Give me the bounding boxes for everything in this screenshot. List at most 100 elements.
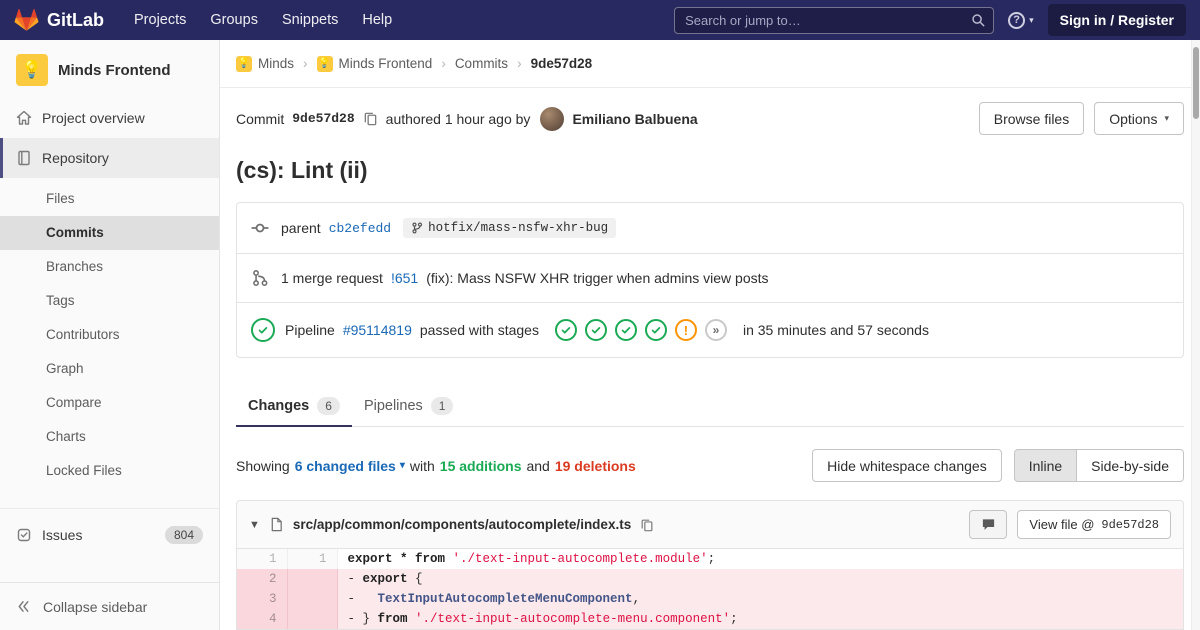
gitlab-logo[interactable]: GitLab — [14, 8, 104, 32]
pipeline-status-text: passed with stages — [419, 322, 539, 338]
nav-link-snippets[interactable]: Snippets — [270, 0, 350, 40]
brand-name: GitLab — [47, 9, 104, 30]
breadcrumb: 💡 Minds › 💡 Minds Frontend › Commits › 9de57d28 — [220, 40, 1200, 88]
copy-sha-button[interactable] — [363, 111, 378, 126]
issues-count-badge: 804 — [164, 526, 203, 544]
sidebar-item-project-overview[interactable]: Project overview — [0, 98, 219, 138]
diff-old-line-number[interactable]: 1 — [237, 549, 288, 569]
pipeline-row: Pipeline #95114819 passed with stages !»… — [237, 302, 1183, 357]
sidebar-nav: Project overview Repository Files Commits… — [0, 98, 219, 555]
pipeline-stage-warning-icon[interactable]: ! — [674, 319, 697, 341]
project-context[interactable]: 💡 Minds Frontend — [0, 40, 219, 98]
commit-label: Commit — [236, 110, 285, 127]
commit-header: Commit 9de57d28 authored 1 hour ago by E… — [236, 102, 1184, 135]
collapse-sidebar-button[interactable]: Collapse sidebar — [0, 582, 219, 630]
breadcrumb-item-9de57d28[interactable]: 9de57d28 — [531, 56, 593, 71]
pipeline-stage-passed-icon[interactable] — [554, 319, 577, 341]
pipeline-stage-passed-icon[interactable] — [584, 319, 607, 341]
view-file-sha: 9de57d28 — [1101, 517, 1159, 532]
merge-request-prefix: 1 merge request — [281, 270, 383, 286]
author-avatar[interactable] — [540, 106, 565, 131]
collapse-sidebar-label: Collapse sidebar — [43, 598, 148, 615]
inline-view-button[interactable]: Inline — [1013, 449, 1078, 482]
branch-badge[interactable]: hotfix/mass-nsfw-xhr-bug — [403, 218, 617, 238]
collapse-diff-icon[interactable]: ▼ — [249, 519, 260, 531]
repository-subnav: Files Commits Branches Tags Contributors Grap… — [0, 178, 219, 500]
scrollbar-thumb[interactable] — [1193, 47, 1199, 119]
nav-menu: Projects Groups Snippets Help — [122, 0, 404, 40]
diff-table-body: 1 1 export * from './text-input-autocomple… — [237, 549, 1183, 629]
diff-new-line-number[interactable] — [287, 589, 338, 609]
changed-files-dropdown[interactable]: 6 changed files ▾ — [295, 458, 405, 474]
tab-changes[interactable]: Changes 6 — [236, 386, 352, 427]
breadcrumb-item-commits[interactable]: Commits — [455, 56, 508, 71]
copy-path-button[interactable] — [640, 518, 654, 532]
parent-sha-link[interactable]: cb2efedd — [329, 221, 391, 236]
nav-link-help[interactable]: Help — [350, 0, 404, 40]
help-menu[interactable]: ? ▾ — [1008, 11, 1034, 29]
breadcrumb-item-minds[interactable]: 💡 Minds — [236, 55, 294, 72]
pipeline-stage-passed-icon[interactable] — [614, 319, 637, 341]
diff-file-path[interactable]: src/app/common/components/autocomplete/i… — [293, 517, 631, 532]
options-dropdown[interactable]: Options ▾ — [1094, 102, 1184, 135]
nav-link-projects[interactable]: Projects — [122, 0, 198, 40]
merge-request-link[interactable]: !651 — [391, 270, 418, 286]
window-scrollbar[interactable] — [1191, 40, 1200, 630]
diff-new-line-number[interactable] — [287, 609, 338, 629]
additions-count: 15 additions — [439, 457, 522, 474]
pipeline-status-icon — [251, 318, 275, 342]
side-by-side-view-button[interactable]: Side-by-side — [1076, 449, 1184, 482]
sidebar-item-commits[interactable]: Commits — [0, 216, 219, 250]
sidebar-item-locked-files[interactable]: Locked Files — [0, 454, 219, 488]
gitlab-tanuki-icon — [14, 8, 39, 31]
merge-request-icon — [253, 270, 268, 286]
nav-link-groups[interactable]: Groups — [198, 0, 270, 40]
search-icon[interactable] — [971, 13, 986, 28]
diff-new-line-number[interactable]: 1 — [287, 549, 338, 569]
pipeline-stage-passed-icon[interactable] — [644, 319, 667, 341]
search-input[interactable] — [674, 6, 995, 34]
author-name[interactable]: Emiliano Balbuena — [572, 111, 697, 127]
home-icon — [16, 110, 32, 125]
sidebar-item-charts[interactable]: Charts — [0, 420, 219, 454]
browse-files-button[interactable]: Browse files — [978, 102, 1085, 135]
sidebar-item-contributors[interactable]: Contributors — [0, 318, 219, 352]
hide-whitespace-button[interactable]: Hide whitespace changes — [812, 449, 1002, 482]
diff-old-line-number[interactable]: 3 — [237, 589, 288, 609]
sidebar-item-repository[interactable]: Repository — [0, 138, 219, 178]
check-icon — [591, 327, 601, 334]
toggle-comments-button[interactable] — [969, 510, 1008, 539]
authored-text: authored 1 hour ago by — [385, 110, 531, 127]
issues-section: Issues 804 — [0, 508, 219, 555]
diff-line: 3 - TextInputAutocompleteMenuComponent, — [237, 589, 1183, 609]
tab-pipelines[interactable]: Pipelines 1 — [352, 386, 466, 426]
breadcrumb-avatar: 💡 — [316, 55, 333, 72]
parent-label: parent — [281, 220, 321, 236]
tabs: Changes 6 Pipelines 1 — [236, 386, 1184, 427]
pipeline-link[interactable]: #95114819 — [343, 322, 412, 338]
pipeline-duration: in 35 minutes and 57 seconds — [742, 322, 929, 338]
sidebar-item-issues[interactable]: Issues 804 — [0, 515, 219, 555]
diff-old-line-number[interactable]: 2 — [237, 569, 288, 589]
diff-line: 4 - } from './text-input-autocomplete-men… — [237, 609, 1183, 629]
diff-summary-bar: Showing 6 changed files ▾ with 15 additi… — [236, 449, 1184, 482]
search-box[interactable] — [674, 6, 995, 34]
pipeline-label: Pipeline — [285, 322, 335, 338]
sign-in-button[interactable]: Sign in / Register — [1047, 4, 1186, 36]
diff-line: 1 1 export * from './text-input-autocomple… — [237, 549, 1183, 569]
pipeline-stages-expand-icon[interactable]: » — [704, 319, 727, 341]
sidebar-item-graph[interactable]: Graph — [0, 352, 219, 386]
diff-new-line-number[interactable] — [287, 569, 338, 589]
sidebar-item-compare[interactable]: Compare — [0, 386, 219, 420]
pipeline-mini-graph: !» — [554, 319, 727, 341]
and-label: and — [526, 457, 550, 474]
breadcrumb-item-minds-frontend[interactable]: 💡 Minds Frontend — [316, 55, 432, 72]
diff-old-line-number[interactable]: 4 — [237, 609, 288, 629]
diff-code: - TextInputAutocompleteMenuComponent, — [337, 589, 1183, 609]
view-file-button[interactable]: View file @ 9de57d28 — [1017, 510, 1171, 539]
changed-files-label: 6 changed files — [294, 457, 396, 474]
sidebar: 💡 Minds Frontend Project overview Reposi… — [0, 40, 220, 630]
sidebar-item-tags[interactable]: Tags — [0, 284, 219, 318]
sidebar-item-files[interactable]: Files — [0, 182, 219, 216]
sidebar-item-branches[interactable]: Branches — [0, 250, 219, 284]
